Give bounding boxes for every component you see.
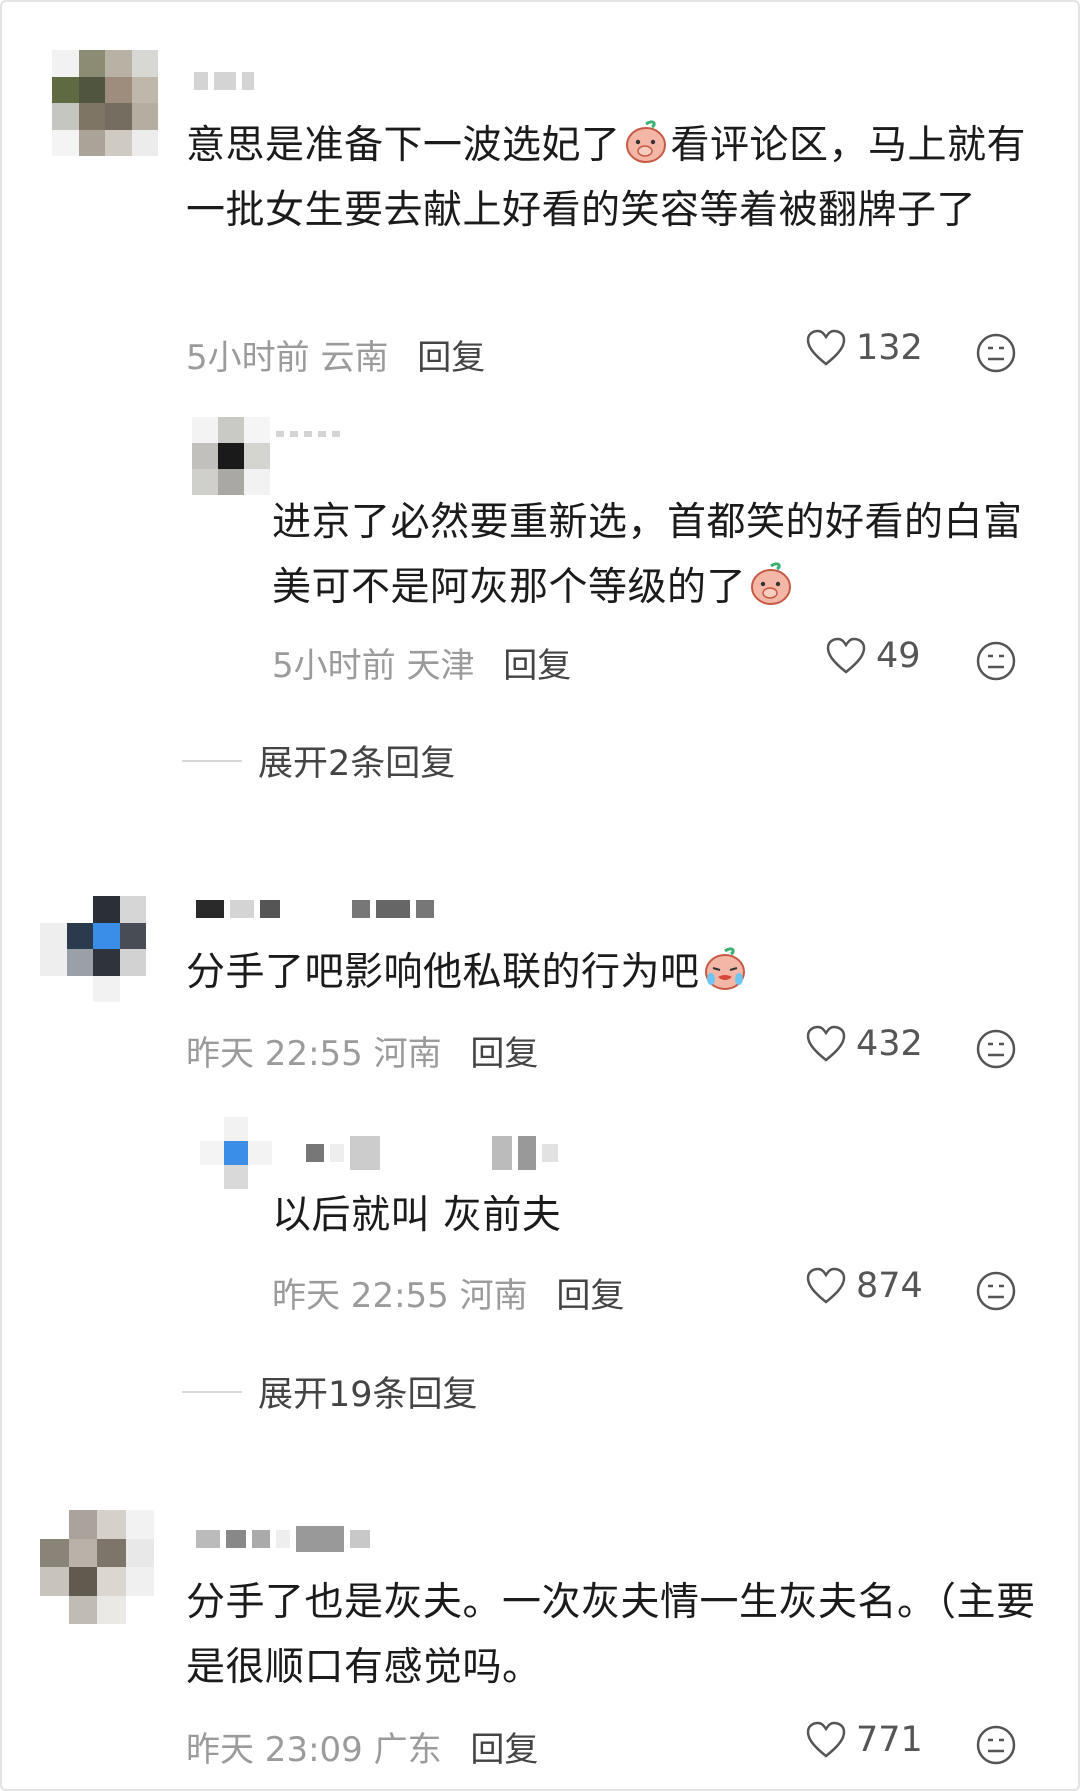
timestamp: 5小时前 <box>272 646 396 686</box>
location: 河南 <box>373 1034 442 1074</box>
timestamp: 昨天 23:09 <box>186 1730 363 1770</box>
comment-text: 分手了吧影响他私联的行为吧 <box>186 940 1036 1005</box>
comment-text: 意思是准备下一波选妃了 看评论区，马上就有一批女生要去献上好看的笑容等着被翻牌子… <box>186 113 1036 243</box>
like-button[interactable]: 49 <box>826 636 921 676</box>
avatar[interactable] <box>52 50 158 156</box>
meh-face-icon[interactable] <box>976 641 1016 681</box>
meh-face-icon[interactable] <box>976 1029 1016 1069</box>
meh-face-icon[interactable] <box>976 1725 1016 1765</box>
like-button[interactable]: 432 <box>806 1024 923 1064</box>
reply-avatar[interactable] <box>200 1117 272 1189</box>
expand-replies-button[interactable]: 展开19条回复 <box>182 1366 478 1417</box>
like-count: 874 <box>856 1266 923 1306</box>
like-count: 432 <box>856 1024 923 1064</box>
reply-text: 以后就叫 灰前夫 <box>272 1193 562 1238</box>
heart-outline-icon <box>806 1267 846 1304</box>
reply-meta: 5小时前 天津 回复 <box>272 638 571 687</box>
location: 云南 <box>320 338 389 378</box>
reply-button[interactable]: 回复 <box>503 646 571 686</box>
reply-meta: 昨天 22:55 河南 回复 <box>272 1268 624 1317</box>
like-button[interactable]: 874 <box>806 1266 923 1306</box>
avatar[interactable] <box>40 896 146 1002</box>
divider <box>182 759 242 762</box>
reply-avatar[interactable] <box>192 417 270 495</box>
peach-cover-mouth-emoji <box>625 120 666 163</box>
username-blurred[interactable] <box>196 1524 370 1554</box>
like-count: 771 <box>856 1720 923 1760</box>
reply-button[interactable]: 回复 <box>470 1034 538 1074</box>
like-button[interactable]: 132 <box>806 328 923 368</box>
heart-outline-icon <box>806 1025 846 1062</box>
reply-button[interactable]: 回复 <box>556 1276 624 1316</box>
comment-text: 分手了也是灰夫。一次灰夫情一生灰夫名。（主要是很顺口有感觉吗。 <box>186 1580 1036 1690</box>
timestamp: 5小时前 <box>186 338 310 378</box>
comment-meta: 5小时前 云南 回复 <box>186 330 485 379</box>
avatar[interactable] <box>40 1510 154 1624</box>
like-count: 49 <box>876 636 921 676</box>
reply-username-blurred[interactable] <box>276 423 340 445</box>
peach-cover-mouth-emoji <box>751 562 792 605</box>
comment-meta: 昨天 23:09 广东 回复 <box>186 1722 538 1771</box>
screen-frame <box>0 0 1080 1791</box>
expand-replies-button[interactable]: 展开2条回复 <box>182 735 455 786</box>
location: 天津 <box>406 646 475 686</box>
meh-face-icon[interactable] <box>976 1271 1016 1311</box>
username-blurred[interactable] <box>196 898 434 920</box>
heart-outline-icon <box>806 1721 846 1758</box>
meh-face-icon[interactable] <box>976 333 1016 373</box>
comment-meta: 昨天 22:55 河南 回复 <box>186 1026 538 1075</box>
reply-text: 进京了必然要重新选，首都笑的好看的白富美可不是阿灰那个等级的了 <box>272 500 1023 610</box>
reply-button[interactable]: 回复 <box>470 1730 538 1770</box>
divider <box>182 1390 242 1393</box>
heart-outline-icon <box>826 637 866 674</box>
username-blurred[interactable] <box>194 70 254 92</box>
timestamp: 昨天 22:55 <box>186 1034 363 1074</box>
reply-username-blurred[interactable] <box>306 1136 558 1170</box>
peach-crying-emoji <box>704 947 745 990</box>
reply-button[interactable]: 回复 <box>417 338 485 378</box>
timestamp: 昨天 22:55 <box>272 1276 449 1316</box>
location: 河南 <box>459 1276 528 1316</box>
like-button[interactable]: 771 <box>806 1720 923 1760</box>
like-count: 132 <box>856 328 923 368</box>
heart-outline-icon <box>806 329 846 366</box>
location: 广东 <box>373 1730 442 1770</box>
